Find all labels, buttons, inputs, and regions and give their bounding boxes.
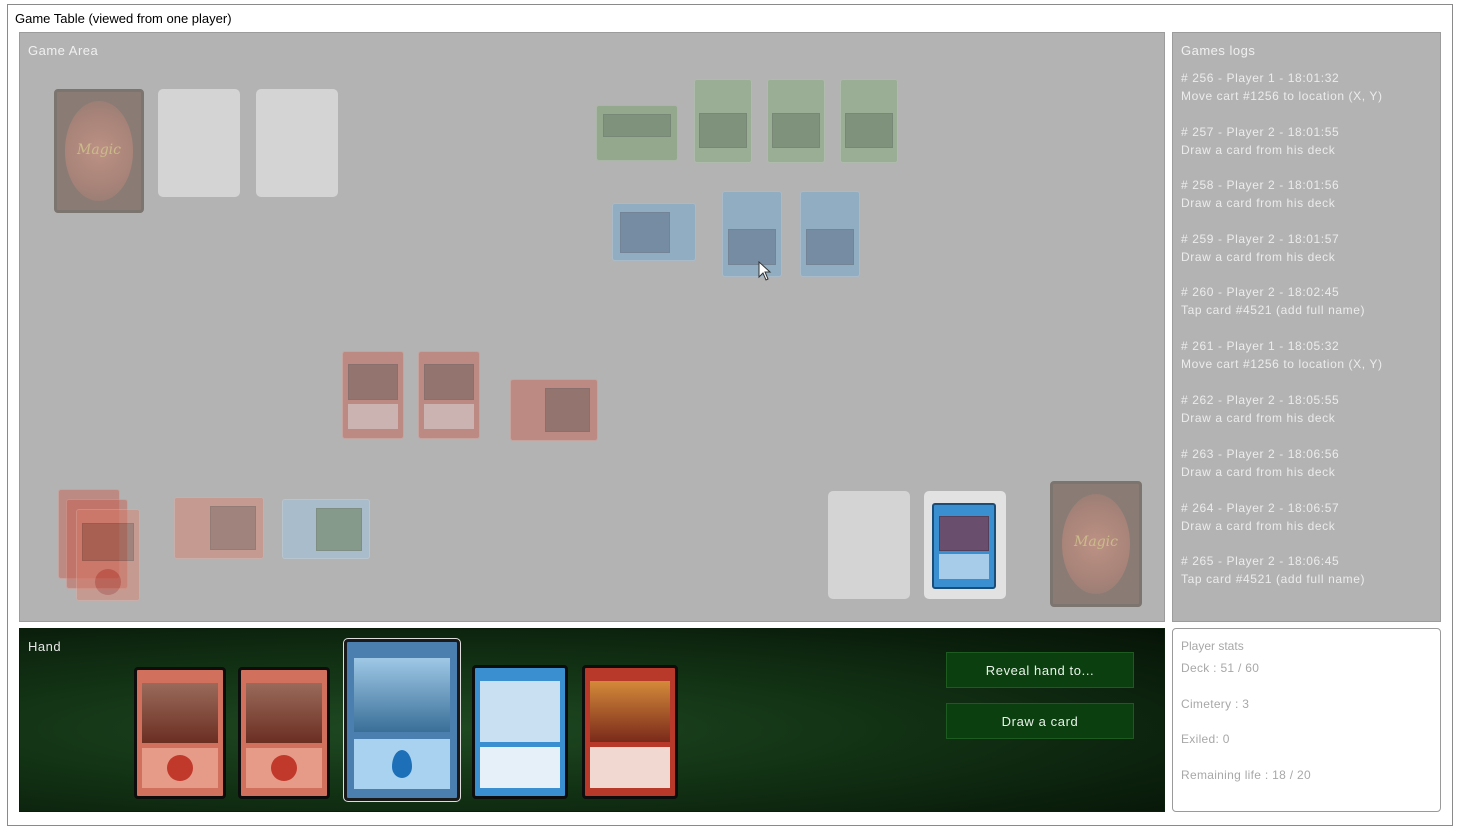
opponent-deck[interactable]: Magic — [54, 89, 144, 213]
log-entry: # 258 - Player 2 - 18:01:56 Draw a card … — [1181, 178, 1340, 210]
battlefield-card[interactable] — [510, 379, 598, 441]
player-graveyard-slot[interactable] — [828, 491, 910, 599]
hand-card-island[interactable] — [344, 639, 460, 801]
deck-count: Deck : 51 / 60 — [1181, 661, 1260, 675]
battlefield-card[interactable] — [840, 79, 898, 163]
log-entry: # 261 - Player 1 - 18:05:32 Move cart #1… — [1181, 339, 1383, 371]
battlefield-card[interactable] — [342, 351, 404, 439]
draw-card-button[interactable]: Draw a card — [946, 703, 1134, 739]
land-stack[interactable] — [76, 509, 140, 601]
battlefield-card[interactable] — [282, 499, 370, 559]
battlefield-card[interactable] — [596, 105, 678, 161]
hand-label: Hand — [28, 639, 62, 654]
log-entry: # 257 - Player 2 - 18:01:55 Draw a card … — [1181, 125, 1340, 157]
exiled-count: Exiled: 0 — [1181, 732, 1230, 746]
player-deck[interactable]: Magic — [1050, 481, 1142, 607]
mouse-cursor-icon — [758, 261, 772, 281]
battlefield-card[interactable] — [174, 497, 264, 559]
opponent-graveyard-slot[interactable] — [158, 89, 240, 197]
battlefield-card[interactable] — [694, 79, 752, 163]
window-title: Game Table (viewed from one player) — [15, 11, 232, 26]
battlefield-card[interactable] — [612, 203, 696, 261]
player-stats-panel: Player stats Deck : 51 / 60 Cimetery : 3… — [1172, 628, 1441, 812]
hand-card-mountain[interactable] — [238, 667, 330, 799]
remaining-life: Remaining life : 18 / 20 — [1181, 768, 1311, 782]
battlefield-card[interactable] — [418, 351, 480, 439]
log-entry: # 264 - Player 2 - 18:06:57 Draw a card … — [1181, 501, 1340, 533]
hand-card-red-creature[interactable] — [582, 665, 678, 799]
battlefield-card[interactable] — [767, 79, 825, 163]
game-area[interactable]: Game Area Magic Magic — [19, 32, 1165, 622]
log-entry: # 265 - Player 2 - 18:06:45 Tap card #45… — [1181, 554, 1366, 586]
games-logs-label: Games logs — [1181, 43, 1256, 58]
player-exile-slot[interactable] — [924, 491, 1006, 599]
exiled-card[interactable] — [932, 503, 996, 589]
log-entry: # 259 - Player 2 - 18:01:57 Draw a card … — [1181, 232, 1340, 264]
hand-card-mountain[interactable] — [134, 667, 226, 799]
game-area-label: Game Area — [28, 43, 99, 58]
log-entry: # 263 - Player 2 - 18:06:56 Draw a card … — [1181, 447, 1340, 479]
cimetery-count: Cimetery : 3 — [1181, 697, 1250, 711]
log-entry: # 262 - Player 2 - 18:05:55 Draw a card … — [1181, 393, 1340, 425]
hand-panel[interactable]: Hand Reveal hand to... Draw a card — [19, 628, 1165, 812]
hand-card-blue-creature[interactable] — [472, 665, 568, 799]
log-entry: # 256 - Player 1 - 18:01:32 Move cart #1… — [1181, 71, 1383, 103]
log-entry: # 260 - Player 2 - 18:02:45 Tap card #45… — [1181, 285, 1366, 317]
reveal-hand-button[interactable]: Reveal hand to... — [946, 652, 1134, 688]
player-stats-title: Player stats — [1181, 639, 1244, 653]
battlefield-card[interactable] — [722, 191, 782, 277]
games-logs-panel[interactable]: Games logs # 256 - Player 1 - 18:01:32 M… — [1172, 32, 1441, 622]
battlefield-card[interactable] — [800, 191, 860, 277]
opponent-exile-slot[interactable] — [256, 89, 338, 197]
